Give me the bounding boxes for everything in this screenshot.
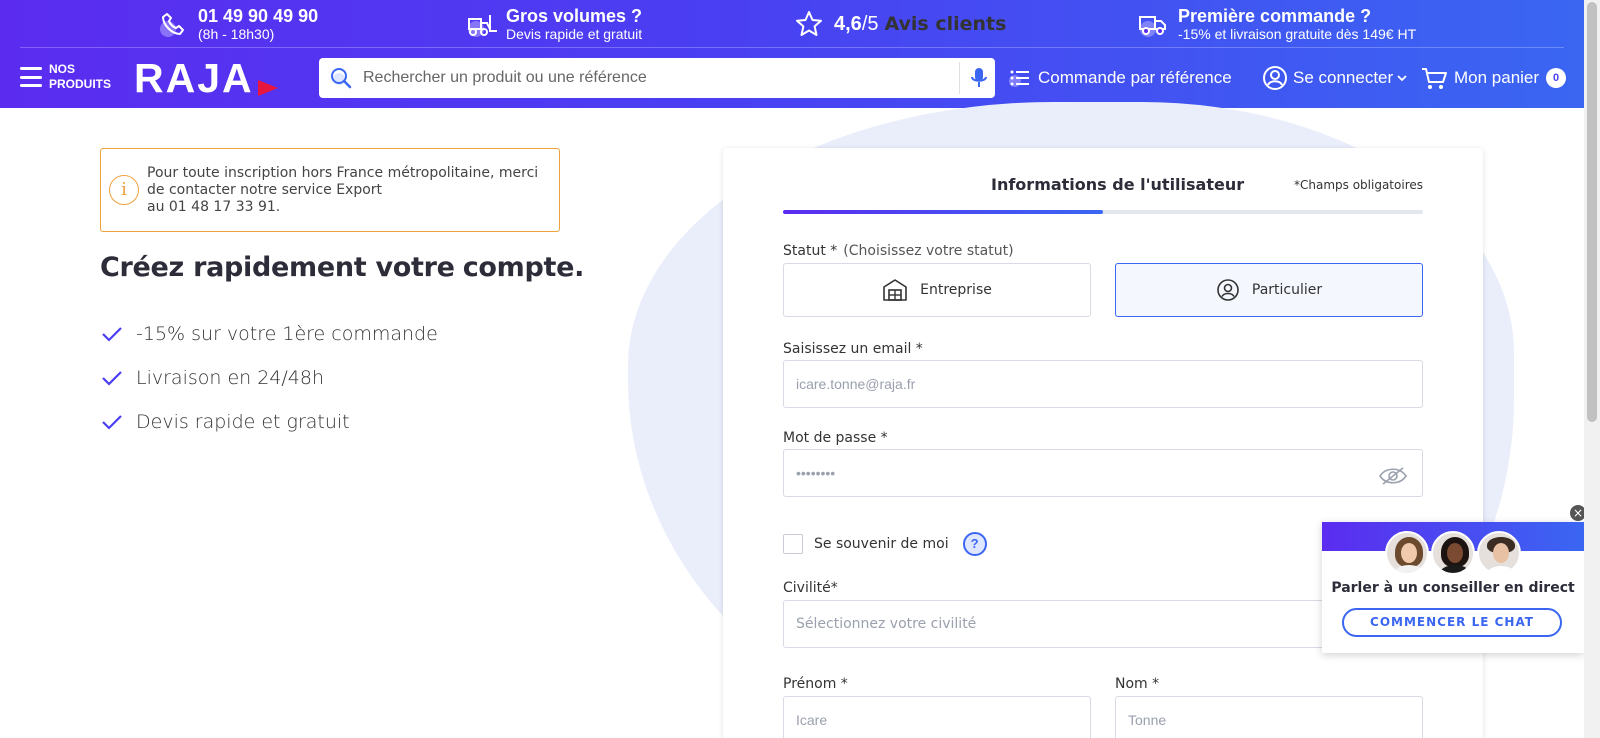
products-menu-button[interactable]: NOS PRODUITS (20, 62, 111, 92)
status-hint: (Choisissez votre statut) (843, 243, 1014, 259)
status-option-entreprise[interactable]: Entreprise (783, 263, 1091, 317)
cart-link[interactable]: Mon panier 0 (1420, 48, 1567, 108)
live-chat-widget: Parler à un conseiller en direct COMMENC… (1322, 522, 1584, 653)
help-icon[interactable]: ? (962, 532, 987, 556)
remember-me-checkbox[interactable] (783, 534, 803, 554)
delivery-truck-icon (1138, 9, 1168, 39)
lastname-field[interactable] (1115, 696, 1423, 738)
benefit-item: Livraison en 24/48h (100, 356, 438, 400)
bulk-subtitle: Devis rapide et gratuit (506, 25, 643, 42)
required-fields-note: *Champs obligatoires (1294, 178, 1423, 192)
status-option-particulier[interactable]: Particulier (1115, 263, 1423, 317)
cart-label: Mon panier (1454, 68, 1540, 87)
search-input[interactable] (363, 69, 923, 87)
chat-title: Parler à un conseiller en direct (1331, 580, 1575, 596)
login-menu[interactable]: Se connecter (1262, 48, 1408, 108)
notice-line-2: de contacter notre service Export (147, 182, 383, 198)
email-label: Saisissez un email * (783, 341, 923, 357)
top-info-bar: 01 49 90 49 90 (8h - 18h30) Gros volumes… (0, 0, 1584, 48)
info-icon: i (109, 175, 139, 205)
user-icon (1263, 66, 1287, 90)
notice-line-3: au 01 48 17 33 91. (147, 199, 281, 215)
search-bar (319, 58, 995, 98)
forklift-icon (466, 9, 497, 39)
avatar (1477, 531, 1521, 575)
raja-logo[interactable]: RAJA (134, 56, 284, 100)
benefit-text: -15% sur votre 1ère commande (136, 323, 438, 345)
rating-label: Avis clients (884, 12, 1007, 35)
bulk-quote-link[interactable]: Gros volumes ? Devis rapide et gratuit (466, 0, 642, 48)
civility-label: Civilité* (783, 580, 838, 596)
first-order-subtitle: -15% et livraison gratuite dès 149€ HT (1178, 25, 1417, 42)
search-icon[interactable] (329, 66, 353, 90)
firstname-label: Prénom * (783, 676, 848, 692)
list-icon (1009, 70, 1029, 87)
customer-reviews-link[interactable]: 4,6/5 Avis clients (794, 0, 1006, 48)
phone-number: 01 49 90 49 90 (198, 5, 319, 26)
benefit-text: Livraison en 24/48h (136, 367, 325, 389)
password-field[interactable] (783, 449, 1423, 497)
check-icon (102, 415, 122, 430)
chevron-down-icon (1397, 75, 1407, 82)
firstname-field[interactable] (783, 696, 1091, 738)
rating-summary: 4,6/5 Avis clients (834, 12, 1006, 36)
remember-me-label: Se souvenir de moi (814, 536, 949, 552)
phone-contact[interactable]: 01 49 90 49 90 (8h - 18h30) (158, 0, 318, 48)
form-step-title: Informations de l'utilisateur (991, 175, 1245, 194)
status-option-label: Particulier (1251, 282, 1323, 298)
signup-page: 01 49 90 49 90 (8h - 18h30) Gros volumes… (0, 0, 1600, 738)
user-icon (1217, 279, 1239, 301)
benefit-text: Devis rapide et gratuit (136, 411, 350, 433)
page-heading: Créez rapidement votre compte. (100, 252, 591, 283)
search-divider (959, 62, 960, 94)
phone-hours: (8h - 18h30) (198, 25, 275, 42)
form-progress-bar (783, 210, 1423, 214)
login-label: Se connecter (1293, 68, 1394, 87)
bulk-title: Gros volumes ? (506, 5, 643, 26)
advisor-avatars (1385, 531, 1523, 575)
order-by-reference-link[interactable]: Commande par référence (1008, 48, 1232, 108)
hamburger-icon (20, 67, 42, 87)
phone-icon (158, 9, 188, 39)
show-password-eye-icon[interactable] (1378, 466, 1408, 491)
status-option-label: Entreprise (920, 282, 992, 298)
cart-count-badge: 0 (1546, 68, 1567, 88)
menu-label-line2: PRODUITS (49, 77, 112, 91)
main-navbar: NOS PRODUITS RAJA Commande (0, 48, 1584, 108)
password-label: Mot de passe * (783, 430, 888, 446)
check-icon (102, 327, 122, 342)
lastname-label: Nom * (1115, 676, 1160, 692)
remember-me-row: Se souvenir de moi ? (783, 532, 987, 556)
heading-text: Créez rapidement votre (100, 252, 455, 283)
avatar (1431, 531, 1475, 575)
star-icon (794, 9, 824, 39)
form-progress-fill (783, 210, 1103, 214)
logo-accent (258, 80, 278, 96)
cart-icon (1422, 68, 1447, 89)
benefits-list: -15% sur votre 1ère commande Livraison e… (100, 312, 438, 444)
avatar (1385, 531, 1429, 575)
site-header: 01 49 90 49 90 (8h - 18h30) Gros volumes… (0, 0, 1584, 108)
benefit-item: Devis rapide et gratuit (100, 400, 438, 444)
order-by-reference-label: Commande par référence (1038, 68, 1232, 87)
email-field[interactable] (783, 360, 1423, 408)
heading-highlight: compte. (456, 252, 591, 283)
building-icon (883, 279, 907, 301)
rating-score: 4,6 (834, 12, 862, 35)
rating-max: /5 (861, 12, 879, 35)
status-label-row: Statut * (Choisissez votre statut) (783, 243, 1014, 259)
scrollbar-thumb[interactable] (1587, 2, 1597, 422)
menu-label-line1: NOS (49, 62, 76, 76)
microphone-icon[interactable] (967, 66, 991, 95)
page-scrollbar[interactable] (1584, 0, 1600, 738)
check-icon (102, 371, 122, 386)
start-chat-button[interactable]: COMMENCER LE CHAT (1342, 608, 1562, 637)
status-label: Statut * (783, 243, 838, 259)
benefit-item: -15% sur votre 1ère commande (100, 312, 438, 356)
notice-line-1: Pour toute inscription hors France métro… (147, 165, 539, 181)
first-order-title: Première commande ? (1178, 5, 1372, 26)
export-notice: i Pour toute inscription hors France mét… (100, 148, 560, 232)
first-order-promo[interactable]: Première commande ? -15% et livraison gr… (1138, 0, 1416, 48)
